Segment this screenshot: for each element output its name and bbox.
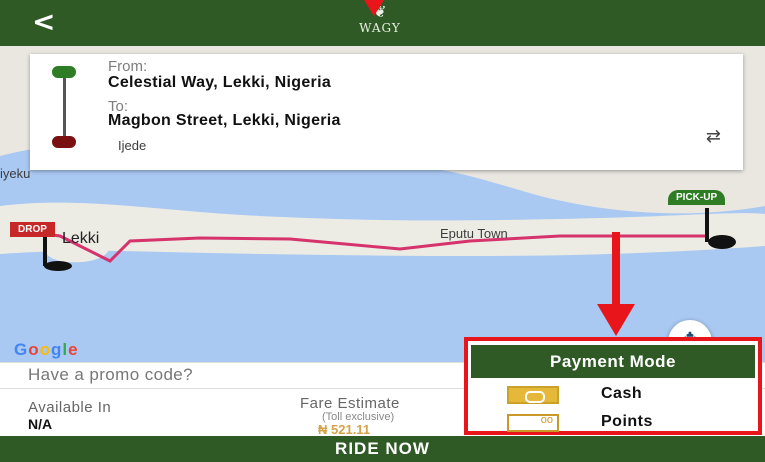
points-card-icon	[507, 414, 559, 432]
promo-code-input[interactable]: Have a promo code?	[28, 365, 193, 385]
origin-dot-icon	[52, 66, 76, 78]
google-logo: Google	[14, 340, 79, 360]
payment-option-points[interactable]: Points	[471, 410, 755, 436]
payment-option-label: Cash	[601, 385, 643, 402]
drop-flag: DROP	[10, 222, 55, 237]
cash-icon	[507, 386, 559, 404]
map-label-lekki: Lekki	[62, 230, 100, 247]
back-button[interactable]: <	[32, 4, 55, 40]
map-label-eputu: Eputu Town	[440, 226, 508, 241]
pickup-flag: PICK-UP	[668, 190, 726, 205]
map-label-iyeku: iyeku	[0, 166, 31, 181]
payment-mode-title: Payment Mode	[471, 345, 755, 378]
to-address[interactable]: Magbon Street, Lekki, Nigeria	[108, 112, 341, 130]
ride-now-button[interactable]: RIDE NOW	[0, 436, 765, 462]
available-label: Available In	[28, 399, 112, 416]
payment-mode-panel: Payment Mode Cash Points	[464, 337, 762, 435]
swap-icon[interactable]: ⇄	[706, 126, 721, 147]
google-letter: o	[28, 340, 40, 359]
fare-value: ₦ 521.11	[318, 422, 371, 437]
fare-estimate-label: Fare Estimate	[300, 395, 400, 412]
destination-dot-icon	[52, 136, 76, 148]
available-value: N/A	[28, 416, 53, 432]
payment-option-cash[interactable]: Cash	[471, 382, 755, 408]
payment-option-label: Points	[601, 413, 653, 430]
google-letter: e	[68, 340, 79, 359]
google-letter: G	[14, 340, 29, 359]
google-letter: g	[51, 340, 63, 359]
map-label-ijede: Ijede	[118, 138, 147, 153]
google-letter: o	[39, 340, 52, 359]
logo-wordmark: WAGY	[359, 21, 401, 35]
annotation-arrow-top	[364, 0, 384, 16]
from-label: From:	[108, 58, 148, 75]
annotation-arrow-head	[597, 304, 635, 336]
annotation-arrow-shaft	[612, 232, 620, 308]
route-connector	[63, 74, 66, 138]
map-view[interactable]: From: Celestial Way, Lekki, Nigeria To: …	[0, 46, 765, 362]
from-address[interactable]: Celestial Way, Lekki, Nigeria	[108, 74, 331, 92]
